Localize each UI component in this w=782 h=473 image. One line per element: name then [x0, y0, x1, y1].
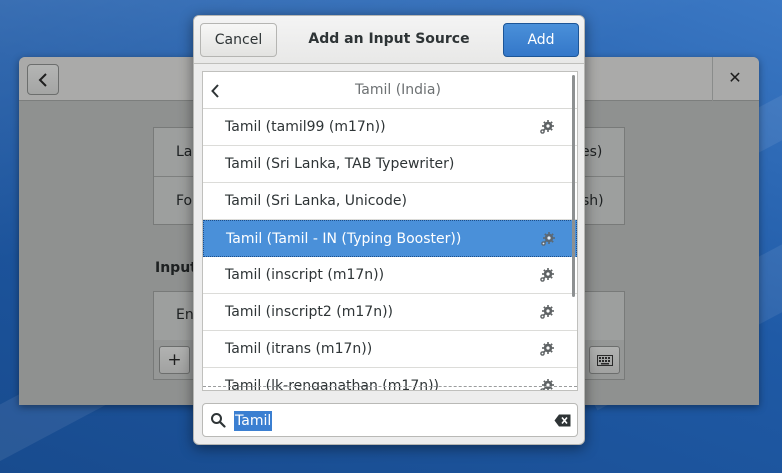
- list-item-label: Tamil (Sri Lanka, TAB Typewriter): [225, 156, 455, 172]
- dialog-header: Cancel Add an Input Source Add: [194, 16, 584, 64]
- list-item-label: Tamil (itrans (m17n)): [225, 341, 373, 357]
- formats-row-suffix: sh): [582, 193, 604, 209]
- list-item-label: Tamil (inscript (m17n)): [225, 267, 385, 283]
- list-item[interactable]: Tamil (inscript (m17n)): [203, 257, 577, 294]
- gear-icon: [539, 119, 555, 135]
- list-item[interactable]: Tamil (itrans (m17n)): [203, 331, 577, 368]
- add-input-source-button[interactable]: +: [159, 346, 190, 374]
- input-source-row-prefix: En: [176, 307, 194, 323]
- dialog-title: Add an Input Source: [308, 31, 470, 47]
- input-source-list: Tamil (India) Tamil (tamil99 (m17n)) Tami…: [202, 71, 578, 391]
- gear-icon: [539, 341, 555, 357]
- list-item-label: Tamil (Sri Lanka, Unicode): [225, 193, 407, 209]
- cancel-button[interactable]: Cancel: [200, 23, 277, 57]
- chevron-left-icon: [38, 72, 47, 87]
- search-icon: [211, 413, 226, 428]
- list-item[interactable]: Tamil (Sri Lanka, Unicode): [203, 183, 577, 220]
- list-item-label: Tamil (Tamil - IN (Typing Booster)): [226, 231, 462, 247]
- search-input-value[interactable]: Tamil: [234, 411, 273, 431]
- input-sources-heading: Input: [155, 260, 197, 276]
- search-input[interactable]: Tamil: [202, 403, 578, 437]
- gear-icon: [540, 231, 556, 247]
- add-input-source-dialog: Cancel Add an Input Source Add Tamil (In…: [193, 15, 585, 445]
- list-overflow-indicator: [203, 386, 577, 390]
- list-item-label: Tamil (tamil99 (m17n)): [225, 119, 386, 135]
- list-item[interactable]: Tamil (tamil99 (m17n)): [203, 109, 577, 146]
- keyboard-icon[interactable]: [589, 346, 620, 374]
- list-header-row[interactable]: Tamil (India): [203, 72, 577, 109]
- list-item[interactable]: Tamil (Sri Lanka, TAB Typewriter): [203, 146, 577, 183]
- list-item[interactable]: Tamil (Tamil - IN (Typing Booster)): [203, 220, 577, 257]
- formats-row-prefix: Fo: [176, 193, 193, 209]
- add-button[interactable]: Add: [503, 23, 579, 57]
- clear-search-icon[interactable]: [554, 414, 571, 427]
- gear-icon: [539, 304, 555, 320]
- list-item-label: Tamil (inscript2 (m17n)): [225, 304, 393, 320]
- chevron-left-icon[interactable]: [211, 84, 220, 98]
- settings-back-button[interactable]: [27, 64, 59, 95]
- list-header-title: Tamil (India): [355, 82, 441, 98]
- list-item[interactable]: Tamil (inscript2 (m17n)): [203, 294, 577, 331]
- close-icon[interactable]: ✕: [725, 68, 745, 88]
- gear-icon: [539, 267, 555, 283]
- list-scrollbar[interactable]: [572, 75, 575, 297]
